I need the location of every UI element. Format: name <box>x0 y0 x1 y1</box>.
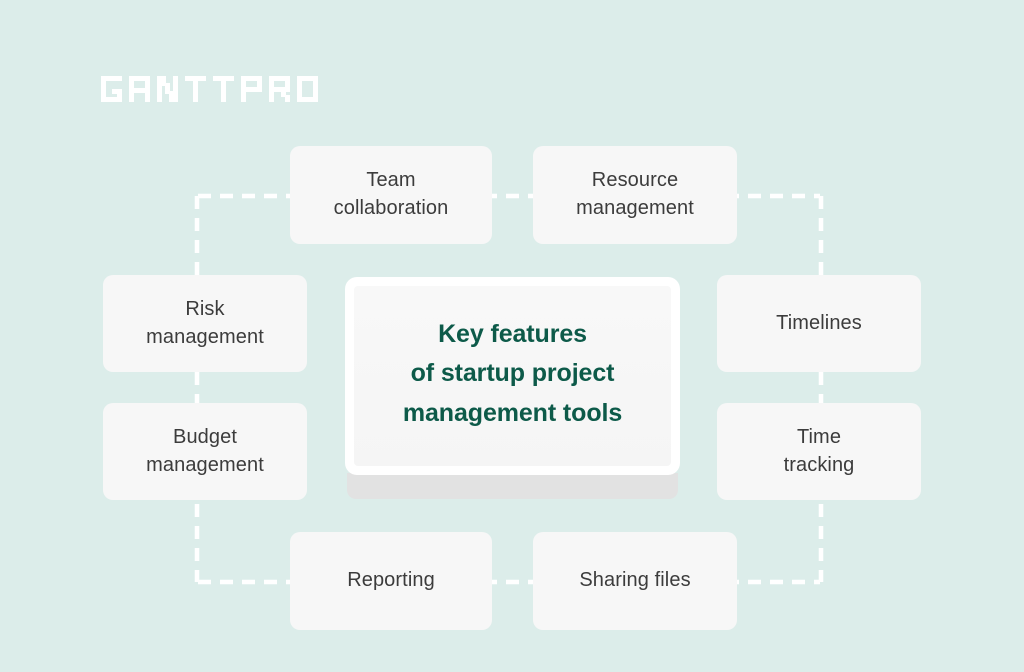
feature-box-resource-management[interactable]: Resource management <box>533 146 737 244</box>
feature-box-timelines[interactable]: Timelines <box>717 275 921 372</box>
feature-box-time-tracking[interactable]: Time tracking <box>717 403 921 500</box>
infographic-canvas: GANTTPRO Team collaboration Resource man… <box>0 0 1024 672</box>
feature-box-reporting[interactable]: Reporting <box>290 532 492 630</box>
logo-letter-a <box>129 76 150 102</box>
feature-box-team-collaboration[interactable]: Team collaboration <box>290 146 492 244</box>
page-title: Key features of startup project manageme… <box>402 319 623 427</box>
feature-box-risk-management[interactable]: Risk management <box>103 275 307 372</box>
feature-label: Resource management <box>576 169 694 219</box>
center-laptop-graphic: Key features of startup project manageme… <box>345 277 680 499</box>
logo-letter-t2 <box>213 76 234 102</box>
logo-letter-t1 <box>185 76 206 102</box>
feature-box-sharing-files[interactable]: Sharing files <box>533 532 737 630</box>
laptop-screen: Key features of startup project manageme… <box>354 286 671 466</box>
logo-letter-g <box>101 76 122 102</box>
feature-label: Reporting <box>347 569 435 592</box>
logo-letter-p <box>241 76 262 102</box>
feature-label: Sharing files <box>579 569 691 592</box>
ganttpro-logo: GANTTPRO <box>101 76 318 104</box>
logo-letter-r <box>269 76 290 102</box>
feature-label: Team collaboration <box>333 169 449 219</box>
logo-letter-n <box>157 76 178 102</box>
feature-box-budget-management[interactable]: Budget management <box>103 403 307 500</box>
logo-letter-o <box>297 76 318 102</box>
laptop-frame: Key features of startup project manageme… <box>345 277 680 475</box>
laptop-base <box>347 473 678 499</box>
feature-label: Timelines <box>776 311 862 334</box>
feature-label: Budget management <box>146 425 264 476</box>
feature-label: Risk management <box>146 297 264 348</box>
feature-label: Time tracking <box>783 425 855 476</box>
